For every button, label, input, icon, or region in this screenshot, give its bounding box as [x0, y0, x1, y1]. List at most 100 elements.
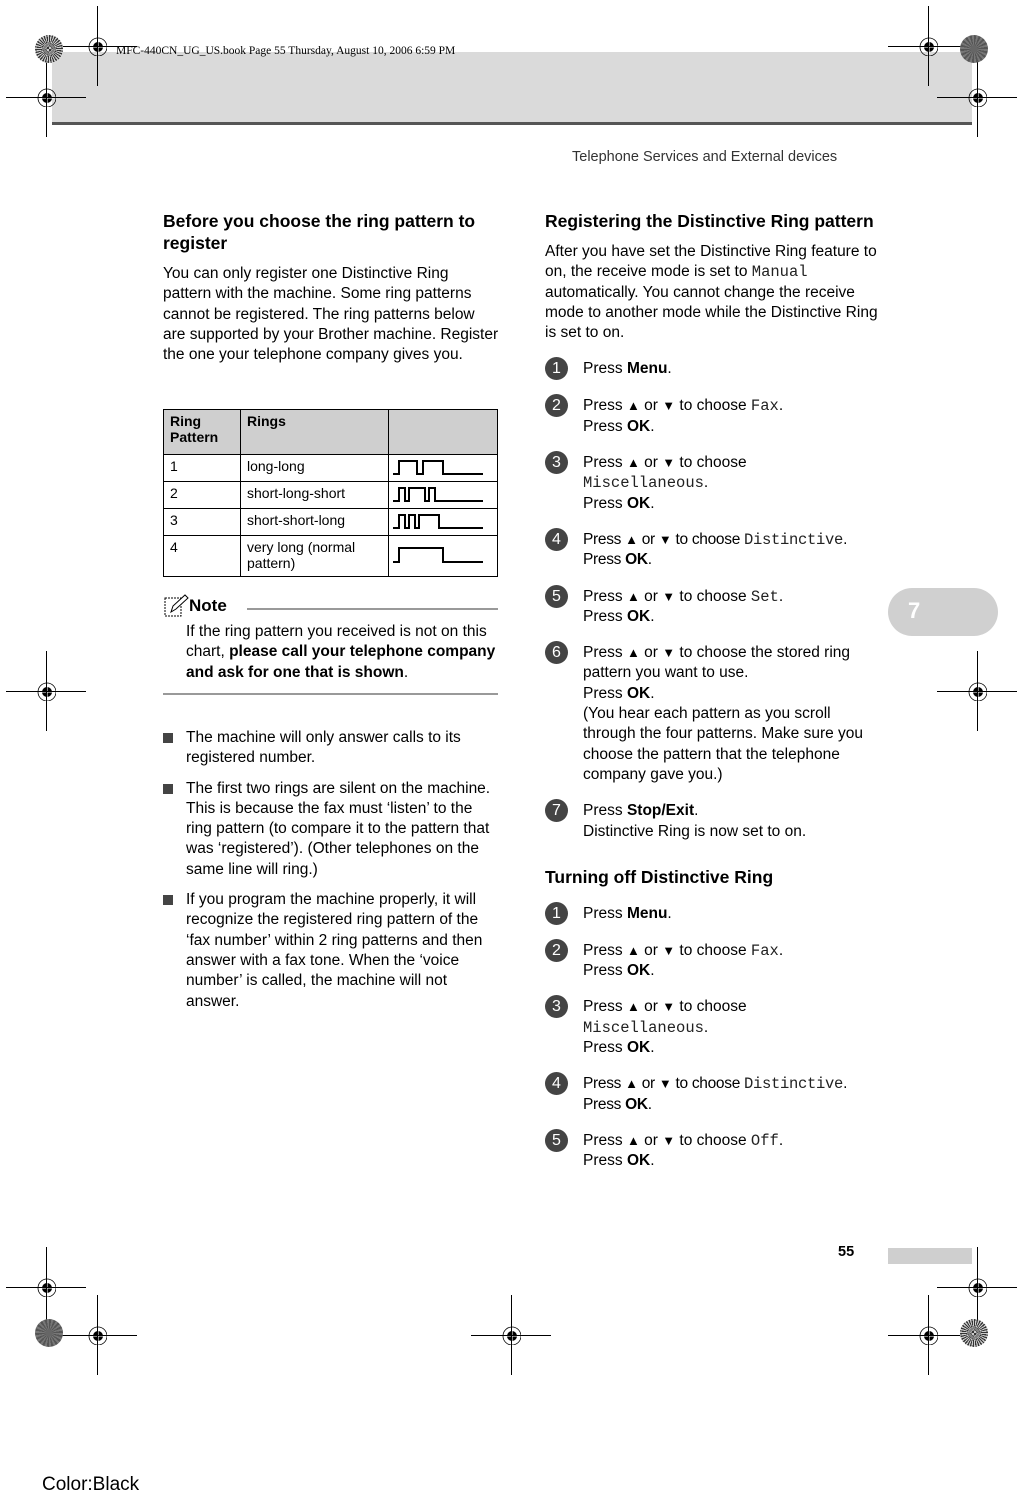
bullet-text: The machine will only answer calls to it… — [186, 729, 461, 767]
t: Press — [583, 551, 626, 569]
t: Press — [583, 998, 627, 1016]
t: to choose — [675, 1131, 751, 1149]
t: to choose — [675, 998, 747, 1016]
menu-fax: Fax — [750, 941, 779, 960]
off-step-1: 1 Press Menu. — [545, 901, 880, 925]
t: Press — [583, 1039, 627, 1057]
step-number-icon: 4 — [545, 527, 568, 551]
note-title: Note — [189, 596, 227, 615]
pattern-number: 2 — [163, 481, 241, 509]
square-bullet-icon — [163, 733, 173, 743]
t: or — [639, 644, 663, 662]
down-arrow-icon: ▼ — [662, 398, 676, 414]
t: . — [650, 1039, 655, 1057]
t: or — [637, 1075, 659, 1093]
off-step-4: 4 Press ▲ or ▼ to choose Distinctive. Pres… — [545, 1072, 880, 1115]
crop-line — [511, 1295, 512, 1375]
t: . — [703, 1018, 709, 1036]
pattern-number: 4 — [163, 535, 241, 577]
up-arrow-icon: ▲ — [626, 645, 640, 661]
up-arrow-icon: ▲ — [626, 999, 640, 1015]
note-box: Note If the ring pattern you received is… — [163, 594, 498, 695]
t: or — [639, 998, 663, 1016]
step-number-icon: 5 — [545, 584, 568, 608]
mode-manual: Manual — [751, 263, 808, 282]
step-number-icon: 2 — [545, 394, 568, 418]
step-7: 7 Press Stop/Exit. Distinctive Ring is now… — [545, 799, 880, 842]
pattern-rings: short-short-long — [240, 508, 389, 536]
section-heading-turning-off: Turning off Distinctive Ring — [545, 866, 774, 887]
page-number: 55 — [838, 1244, 855, 1260]
down-arrow-icon: ▼ — [658, 1076, 672, 1092]
running-head: Telephone Services and External devices — [572, 149, 838, 165]
key-ok: OK — [626, 962, 651, 980]
step7-note: Distinctive Ring is now set to on. — [583, 822, 807, 840]
menu-fax: Fax — [750, 397, 779, 416]
pencil-note-icon — [164, 594, 189, 617]
crop-line — [977, 1247, 978, 1327]
menu-distinctive: Distinctive — [744, 1075, 844, 1094]
key-stop-exit: Stop/Exit — [626, 802, 695, 820]
t: . — [778, 587, 784, 605]
menu-set: Set — [750, 587, 779, 606]
step-number-icon: 6 — [545, 641, 568, 665]
crop-line — [928, 6, 929, 86]
header-waveform — [388, 409, 498, 455]
crop-line — [46, 1247, 47, 1327]
t: . — [647, 551, 652, 569]
t: Press — [583, 941, 627, 959]
key-ok: OK — [626, 607, 651, 625]
t: . — [778, 1131, 784, 1149]
note-text-end: . — [403, 663, 409, 681]
off-step-3: 3 Press ▲ or ▼ to choose Miscellaneous. Pr… — [545, 995, 880, 1058]
t: Press — [583, 530, 626, 548]
menu-distinctive: Distinctive — [744, 530, 844, 549]
down-arrow-icon: ▼ — [662, 999, 676, 1015]
t: . — [667, 360, 672, 378]
waveform-short-short-long — [388, 508, 498, 536]
pattern-rings: short-long-short — [240, 481, 389, 509]
pattern-number: 1 — [163, 454, 241, 482]
intro-paragraph: You can only register one Distinctive Ri… — [163, 265, 499, 364]
note-divider — [246, 608, 498, 610]
step-number-icon: 5 — [545, 1128, 568, 1152]
pattern-number: 3 — [163, 508, 241, 536]
list-item: If you program the machine properly, it … — [163, 890, 499, 1012]
t: to choose — [675, 587, 751, 605]
key-ok: OK — [625, 1095, 648, 1113]
step6-note: (You hear each pattern as you scroll thr… — [583, 705, 864, 783]
step-number-icon: 1 — [545, 901, 568, 925]
print-slug: MFC-440CN_UG_US.book Page 55 Thursday, A… — [116, 45, 456, 57]
t: . — [703, 474, 709, 492]
t: Press — [583, 607, 627, 625]
step-number-icon: 3 — [545, 995, 568, 1019]
crop-line — [46, 57, 47, 137]
t: to choose — [675, 397, 751, 415]
right-column: Registering the Distinctive Ring pattern… — [545, 210, 880, 1172]
key-ok: OK — [625, 551, 648, 569]
t: Press — [583, 802, 627, 820]
section-heading-registering: Registering the Distinctive Ring pattern — [545, 211, 874, 231]
bullet-list: The machine will only answer calls to it… — [163, 728, 499, 1022]
t: Press — [583, 494, 627, 512]
key-ok: OK — [626, 1152, 651, 1170]
t: . — [650, 684, 655, 702]
t: . — [650, 962, 655, 980]
t: Press — [583, 904, 627, 922]
menu-miscellaneous: Miscellaneous — [583, 1018, 704, 1037]
intro-text-b: automatically. You cannot change the rec… — [545, 283, 878, 342]
header-ring-pattern: Ring Pattern — [163, 409, 241, 455]
up-arrow-icon: ▲ — [626, 398, 640, 414]
t: . — [694, 802, 699, 820]
t: . — [843, 1075, 848, 1093]
crop-line — [46, 651, 47, 731]
t: Press — [583, 454, 627, 472]
t: Press — [583, 1152, 627, 1170]
t: Press — [583, 1131, 627, 1149]
note-text: If the ring pattern you received is not … — [186, 622, 498, 683]
key-menu: Menu — [626, 360, 668, 378]
list-item: The first two rings are silent on the ma… — [163, 779, 499, 880]
step-3: 3 Press ▲ or ▼ to choose Miscellaneous. Pr… — [545, 451, 880, 514]
down-arrow-icon: ▼ — [662, 1132, 676, 1148]
crop-line — [97, 6, 98, 86]
